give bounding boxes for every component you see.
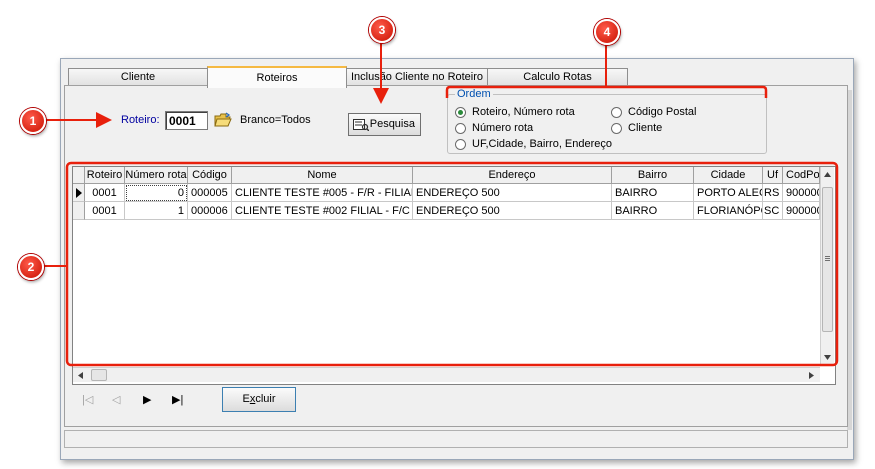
search-list-icon xyxy=(353,119,369,131)
radio-numero-rota[interactable] xyxy=(455,123,466,134)
last-record-icon[interactable]: ▶| xyxy=(172,393,183,406)
excluir-button[interactable]: Excluir xyxy=(222,387,296,412)
radio-label-roteiro-numero-rota: Roteiro, Número rota xyxy=(472,106,575,118)
first-record-icon[interactable]: |◁ xyxy=(82,393,93,406)
column-header-nome[interactable]: Nome xyxy=(232,167,413,184)
table-cell[interactable]: BAIRRO xyxy=(612,202,694,220)
table-cell[interactable]: ENDEREÇO 500 xyxy=(413,202,612,220)
scroll-down-icon[interactable] xyxy=(824,355,831,360)
column-header-codigo[interactable]: Código xyxy=(188,167,232,184)
radio-label-numero-rota: Número rota xyxy=(472,122,534,134)
vertical-scrollbar[interactable] xyxy=(820,167,834,365)
table-cell[interactable]: CLIENTE TESTE #005 - F/R - FILIAL xyxy=(232,184,413,202)
table-cell[interactable]: 90000000 xyxy=(783,184,820,202)
ordem-legend: Ordem xyxy=(455,88,493,100)
tab-calculo-rotas[interactable]: Calculo Rotas xyxy=(487,68,628,86)
annotation-badge-2: 2 xyxy=(18,254,44,280)
table-cell[interactable]: BAIRRO xyxy=(612,184,694,202)
branco-todos-hint: Branco=Todos xyxy=(240,114,311,126)
annotation-badge-3: 3 xyxy=(369,17,395,43)
roteiro-input[interactable]: 0001 xyxy=(165,111,208,130)
horizontal-scroll-thumb[interactable] xyxy=(91,369,107,381)
column-header-numero-rota[interactable]: Número rota xyxy=(125,167,188,184)
scroll-up-icon[interactable] xyxy=(824,172,831,177)
vertical-scroll-thumb[interactable] xyxy=(822,187,833,332)
roteiro-label: Roteiro: xyxy=(121,114,160,126)
table-cell[interactable]: PORTO ALEGRE xyxy=(694,184,763,202)
table-cell[interactable]: ENDEREÇO 500 xyxy=(413,184,612,202)
table-cell[interactable]: 0001 xyxy=(85,184,125,202)
table-cell[interactable]: 0 xyxy=(125,184,188,202)
next-record-icon[interactable]: ▶ xyxy=(143,393,151,406)
prior-record-icon[interactable]: ◁ xyxy=(112,393,120,406)
table-cell[interactable]: FLORIANÓPOLIS xyxy=(694,202,763,220)
column-header-codpostal[interactable]: CodPo xyxy=(783,167,820,184)
radio-uf-cidade-bairro-endereco[interactable] xyxy=(455,139,466,150)
table-cell[interactable]: SC xyxy=(763,202,783,220)
column-header-uf[interactable]: Uf xyxy=(763,167,783,184)
table-cell[interactable]: CLIENTE TESTE #002 FILIAL - F/C xyxy=(232,202,413,220)
row-indicator[interactable] xyxy=(73,184,85,202)
radio-roteiro-numero-rota[interactable] xyxy=(455,107,466,118)
column-header-endereco[interactable]: Endereço xyxy=(413,167,612,184)
table-cell[interactable]: 1 xyxy=(125,202,188,220)
column-header-roteiro[interactable]: Roteiro xyxy=(85,167,125,184)
current-row-arrow-icon xyxy=(76,188,82,198)
radio-label-uf-cidade-bairro-endereco: UF,Cidade, Bairro, Endereço xyxy=(472,138,613,150)
table-cell[interactable]: 000005 xyxy=(188,184,232,202)
table-cell[interactable]: RS xyxy=(763,184,783,202)
status-bar xyxy=(64,430,848,448)
radio-label-codigo-postal: Código Postal xyxy=(628,106,697,118)
annotation-badge-4: 4 xyxy=(594,19,620,45)
tab-roteiros[interactable]: Roteiros xyxy=(207,66,347,88)
radio-codigo-postal[interactable] xyxy=(611,107,622,118)
table-cell[interactable]: 000006 xyxy=(188,202,232,220)
table-cell[interactable]: 0001 xyxy=(85,202,125,220)
open-folder-icon[interactable] xyxy=(214,112,232,128)
tab-cliente[interactable]: Cliente xyxy=(68,68,208,86)
radio-label-cliente: Cliente xyxy=(628,122,663,134)
scroll-left-icon[interactable] xyxy=(78,372,83,379)
scroll-right-icon[interactable] xyxy=(809,372,814,379)
radio-cliente[interactable] xyxy=(611,123,622,134)
row-indicator[interactable] xyxy=(73,202,85,220)
annotation-badge-1: 1 xyxy=(20,108,46,134)
table-cell[interactable]: 90000000 xyxy=(783,202,820,220)
horizontal-scrollbar[interactable] xyxy=(73,367,820,382)
column-header-cidade[interactable]: Cidade xyxy=(694,167,763,184)
tab-inclusao-cliente-no-roteiro[interactable]: Inclusão Cliente no Roteiro xyxy=(346,68,488,86)
column-header-bairro[interactable]: Bairro xyxy=(612,167,694,184)
grid-corner xyxy=(73,167,85,184)
